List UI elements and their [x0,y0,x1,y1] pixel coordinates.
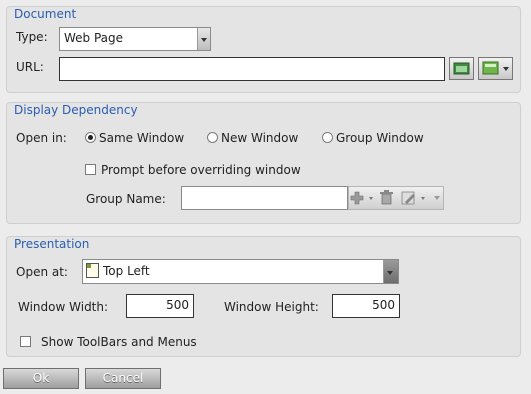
window-height-input[interactable]: 500 [332,294,400,318]
window-height-label: Window Height: [224,300,319,314]
toolbars-label[interactable]: Show ToolBars and Menus [41,335,197,349]
group-name-label: Group Name: [86,192,166,206]
radio-same-window-label[interactable]: Same Window [99,131,184,145]
radio-group-window[interactable] [322,132,333,143]
radio-group-window-label[interactable]: Group Window [336,131,424,145]
group-name-input[interactable] [181,186,348,210]
position-icon [86,263,99,278]
window-width-value: 500 [166,298,189,312]
add-group-icon[interactable] [350,191,373,205]
cancel-button[interactable]: Cancel [85,368,161,389]
window-width-input[interactable]: 500 [126,294,194,318]
prompt-label[interactable]: Prompt before overriding window [101,163,301,177]
type-label: Type: [16,30,48,44]
chevron-down-icon[interactable] [383,260,398,283]
type-select[interactable]: Web Page [59,27,211,51]
group-toolbar-icons [350,190,440,205]
group-toolbar [348,186,444,210]
window-height-value: 500 [372,298,395,312]
open-at-value: Top Left [103,264,150,278]
ok-button[interactable]: Ok [3,368,79,389]
open-at-label: Open at: [16,265,68,279]
chevron-down-icon[interactable] [197,28,210,50]
url-input[interactable] [59,57,445,81]
type-value: Web Page [64,31,124,45]
url-label: URL: [16,60,44,74]
window-width-label: Window Width: [18,300,109,314]
link-picker-button[interactable] [478,57,513,80]
radio-new-window[interactable] [207,132,218,143]
display-dependency-title: Display Dependency [14,103,138,117]
open-in-label: Open in: [16,131,67,145]
radio-same-window[interactable] [85,132,96,143]
folder-icon [453,62,470,75]
browse-button[interactable] [449,57,474,80]
toolbars-checkbox[interactable] [20,336,31,347]
link-picker-icon [482,61,509,75]
document-title: Document [14,7,77,21]
chevron-down-icon[interactable] [434,196,440,200]
trash-icon[interactable] [380,190,393,205]
prompt-checkbox[interactable] [85,164,96,175]
presentation-title: Presentation [14,237,90,251]
radio-new-window-label[interactable]: New Window [221,131,298,145]
edit-group-icon[interactable] [401,191,425,205]
open-at-select[interactable]: Top Left [82,259,399,284]
